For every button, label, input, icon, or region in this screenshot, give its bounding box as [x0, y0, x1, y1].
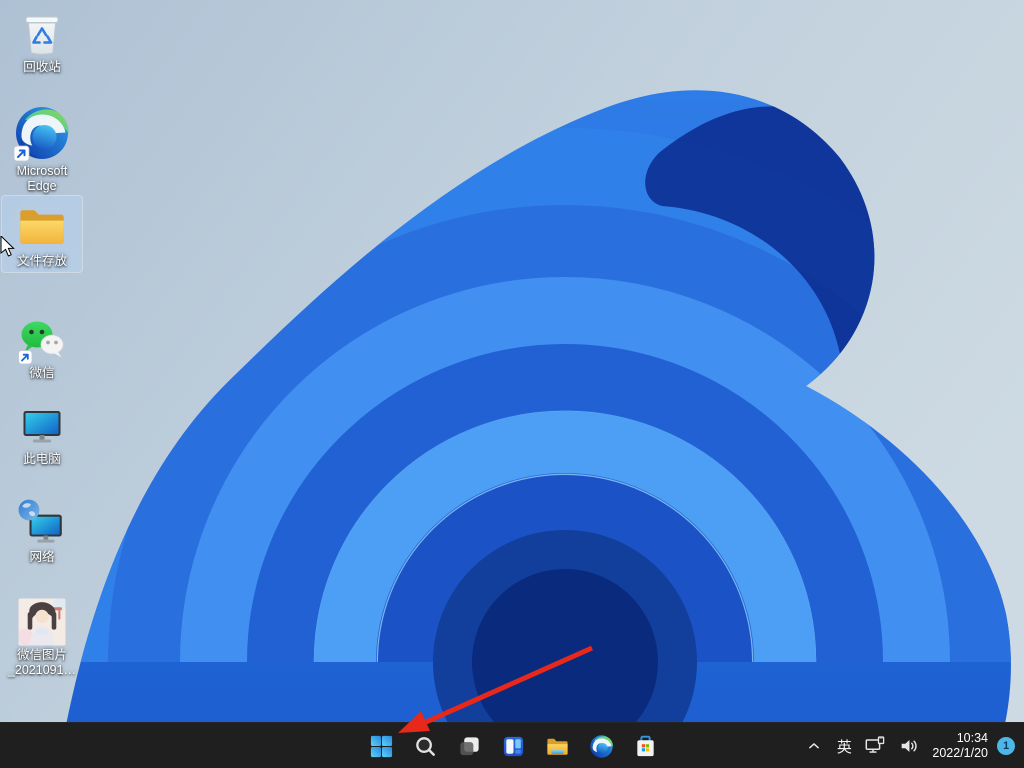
microsoft-store-button[interactable]: [623, 723, 667, 768]
desktop-icon-label: 网络: [29, 550, 54, 565]
widgets-button[interactable]: [491, 723, 535, 768]
shortcut-arrow-icon: [19, 351, 33, 365]
clock-date: 2022/1/20: [932, 746, 988, 761]
wallpaper-bloom: [0, 0, 1024, 768]
speaker-icon: [898, 735, 920, 757]
desktop-icon-label: 文件存放: [17, 254, 67, 269]
search-button[interactable]: [403, 723, 447, 768]
desktop-icon-network[interactable]: 网络: [2, 494, 82, 568]
ethernet-icon: [864, 735, 886, 757]
network-tray-button[interactable]: [861, 726, 889, 766]
desktop: 回收站 Microsoft Edge 文件存放: [0, 0, 1024, 768]
volume-tray-button[interactable]: [895, 726, 923, 766]
desktop-icon-label: 微信图片 _2021091…: [8, 648, 76, 678]
recycle-bin-icon: [19, 10, 65, 58]
search-icon: [413, 734, 438, 759]
edge-icon: [589, 734, 614, 759]
desktop-icon-microsoft-edge[interactable]: Microsoft Edge: [2, 100, 82, 197]
chevron-up-icon: [804, 736, 824, 756]
file-explorer-button[interactable]: [535, 723, 579, 768]
desktop-icon-this-pc[interactable]: 此电脑: [2, 400, 82, 470]
widgets-icon: [501, 734, 526, 759]
file-explorer-icon: [545, 734, 570, 759]
taskbar-center-buttons: [359, 723, 667, 768]
taskbar: 英 10:34 2022/1: [0, 722, 1024, 768]
desktop-icon-label: Microsoft Edge: [17, 164, 68, 194]
desktop-icon-recycle-bin[interactable]: 回收站: [2, 6, 82, 78]
this-pc-icon: [19, 404, 65, 450]
folder-icon: [16, 200, 68, 252]
start-button[interactable]: [359, 723, 403, 768]
edge-button[interactable]: [579, 723, 623, 768]
desktop-icon-label: 回收站: [23, 60, 61, 75]
system-tray: 英 10:34 2022/1: [801, 723, 1024, 768]
clock-time: 10:34: [957, 731, 988, 746]
start-icon: [369, 734, 394, 759]
task-view-button[interactable]: [447, 723, 491, 768]
microsoft-store-icon: [633, 734, 658, 759]
desktop-icon-label: 此电脑: [23, 452, 61, 467]
tray-overflow-button[interactable]: [801, 726, 827, 766]
network-icon: [17, 498, 67, 548]
image-thumbnail: [18, 598, 66, 646]
desktop-icon-file-storage-folder[interactable]: 文件存放: [2, 196, 82, 272]
desktop-icon-label: 微信: [29, 366, 54, 381]
clock[interactable]: 10:34 2022/1/20: [929, 726, 991, 766]
notification-badge[interactable]: 1: [997, 737, 1015, 755]
task-view-icon: [457, 734, 482, 759]
wechat-icon: [18, 316, 66, 364]
desktop-icon-wechat-image[interactable]: 微信图片 _2021091…: [2, 594, 82, 681]
ime-indicator[interactable]: 英: [833, 726, 855, 766]
shortcut-arrow-icon: [14, 146, 29, 161]
edge-icon: [13, 104, 71, 162]
desktop-icon-wechat[interactable]: 微信: [2, 312, 82, 384]
